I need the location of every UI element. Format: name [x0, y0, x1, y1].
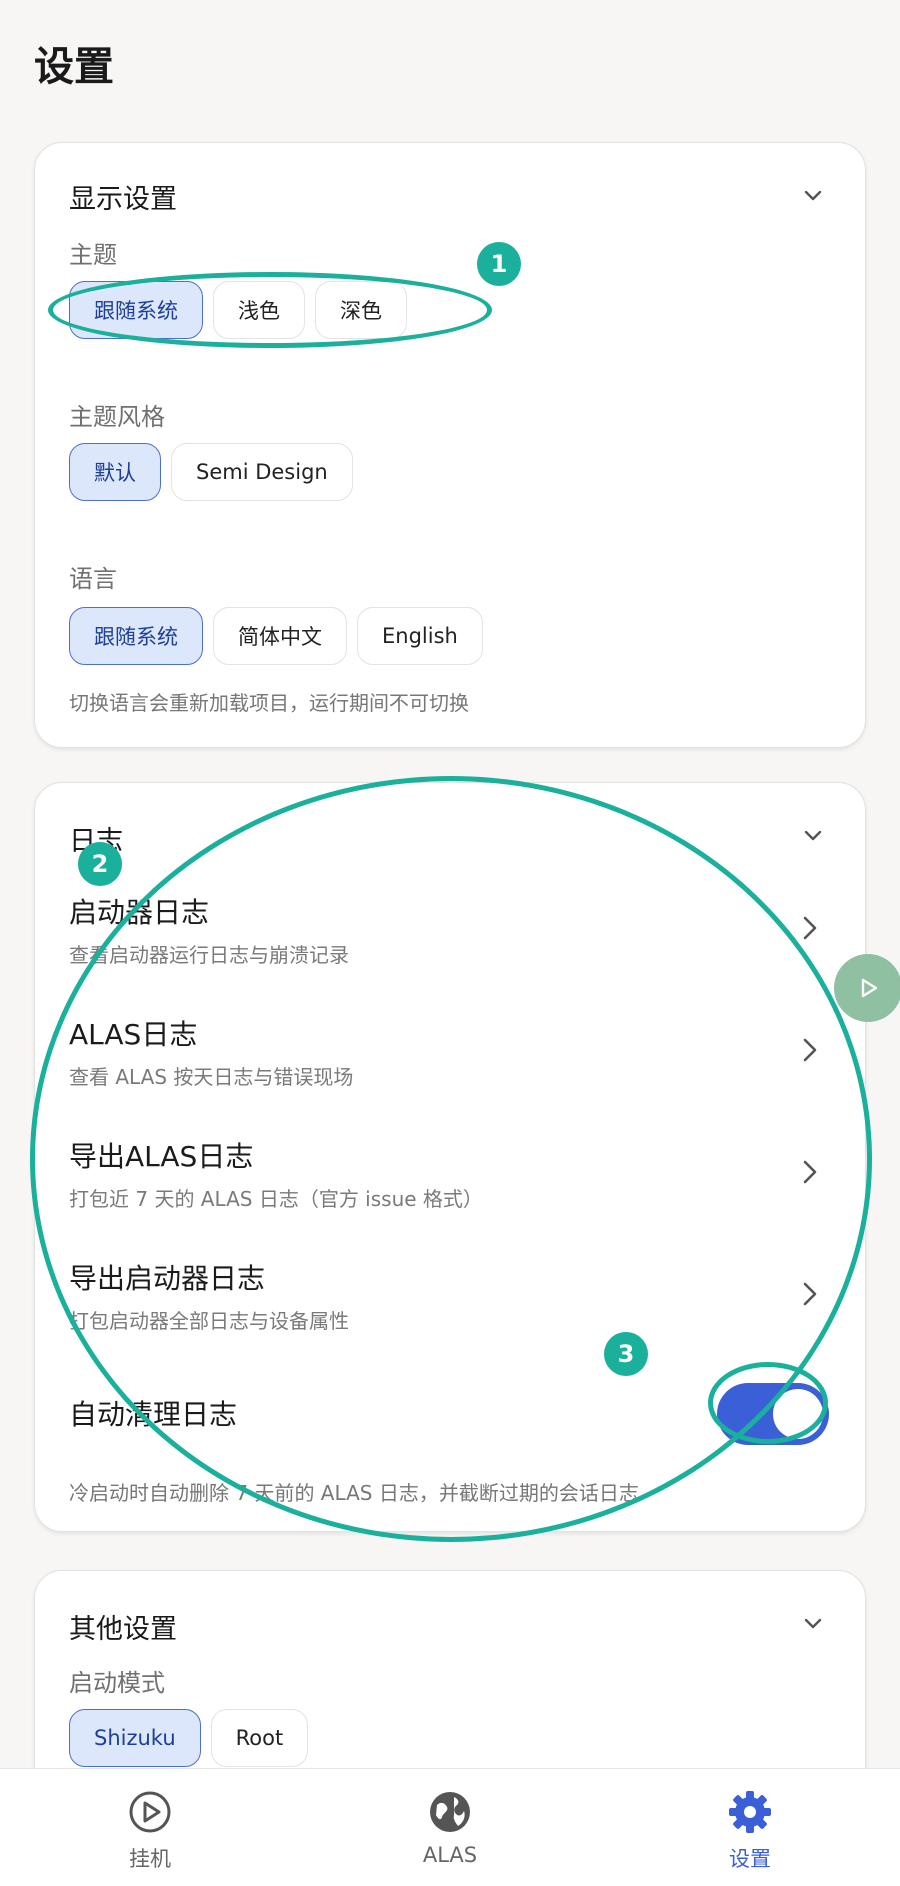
language-chip-simplified-chinese[interactable]: 简体中文: [213, 607, 347, 665]
style-chip-semi-design[interactable]: Semi Design: [171, 443, 353, 501]
gear-icon: [729, 1791, 771, 1833]
launch-mode-chip-root[interactable]: Root: [210, 1709, 309, 1767]
display-settings-card: 显示设置 主题 跟随系统 浅色 深色 主题风格 默认 Semi Design 语…: [34, 142, 866, 748]
globe-icon: [430, 1792, 470, 1832]
play-icon: [861, 978, 878, 998]
nav-item-settings[interactable]: 设置: [600, 1769, 900, 1886]
language-chip-group: 跟随系统 简体中文 English: [69, 607, 483, 665]
annotation-oval-theme: [48, 272, 492, 348]
style-chip-default[interactable]: 默认: [69, 443, 161, 501]
language-label: 语言: [69, 565, 117, 593]
nav-label-idle: 挂机: [129, 1847, 171, 1871]
annotation-oval-toggle: [708, 1362, 828, 1444]
floating-play-button[interactable]: [834, 954, 900, 1022]
display-settings-title: 显示设置: [69, 184, 177, 215]
nav-item-idle[interactable]: 挂机: [0, 1769, 300, 1886]
annotation-badge-1: 1: [477, 242, 521, 286]
annotation-badge-3: 3: [604, 1332, 648, 1376]
language-hint: 切换语言会重新加载项目，运行期间不可切换: [69, 691, 469, 715]
chevron-right-icon: [803, 916, 817, 940]
chevron-down-icon[interactable]: [801, 823, 825, 847]
launch-mode-chip-shizuku[interactable]: Shizuku: [69, 1709, 201, 1767]
chevron-down-icon[interactable]: [801, 183, 825, 207]
theme-style-chip-group: 默认 Semi Design: [69, 443, 353, 501]
launch-mode-label: 启动模式: [69, 1669, 165, 1697]
nav-label-settings: 设置: [729, 1847, 771, 1871]
theme-style-label: 主题风格: [69, 403, 165, 431]
language-chip-follow-system[interactable]: 跟随系统: [69, 607, 203, 665]
chevron-down-icon[interactable]: [801, 1611, 825, 1635]
nav-item-alas[interactable]: ALAS: [300, 1769, 600, 1886]
launch-mode-chip-group: Shizuku Root: [69, 1709, 309, 1767]
nav-label-alas: ALAS: [422, 1843, 478, 1867]
other-settings-title: 其他设置: [69, 1614, 177, 1645]
annotation-badge-2: 2: [78, 842, 122, 886]
language-chip-english[interactable]: English: [357, 607, 483, 665]
theme-label: 主题: [69, 241, 117, 269]
bottom-nav: 挂机 ALAS 设置: [0, 1768, 900, 1886]
play-circle-icon: [129, 1791, 171, 1833]
page-title: 设置: [34, 44, 114, 90]
